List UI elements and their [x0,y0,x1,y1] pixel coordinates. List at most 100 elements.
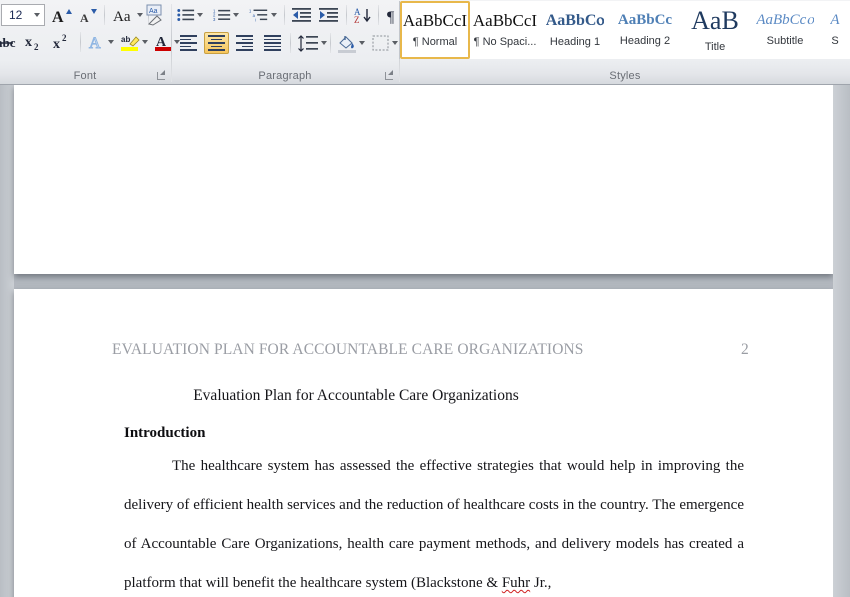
style-label-heading-2: Heading 2 [619,35,671,47]
svg-text:x: x [25,35,32,50]
style-label-normal: ¶ Normal [412,36,458,48]
svg-text:A: A [89,35,101,51]
justify-button[interactable] [260,32,285,54]
bullets-icon [177,9,195,21]
font-size-value: 12 [9,8,23,22]
document-page-2[interactable]: EVALUATION PLAN FOR ACCOUNTABLE CARE ORG… [14,289,833,597]
misspelled-word: Fuhr [501,575,531,591]
highlighter-icon: ab [120,35,140,51]
style-item-normal[interactable]: AaBbCcI ¶ Normal [400,1,470,59]
increase-indent-button[interactable] [317,4,341,26]
clear-formatting-icon: Aa [146,4,162,26]
borders-icon [372,35,389,50]
strikethrough-button[interactable]: abc [0,31,18,53]
borders-button[interactable] [369,32,401,54]
font-dialog-launcher[interactable] [156,69,168,81]
style-item-no-spacing[interactable]: AaBbCcI ¶ No Spaci... [470,1,540,59]
svg-text:i: i [255,17,256,22]
text-effects-button[interactable]: A [86,31,116,53]
align-center-icon [208,35,225,51]
shrink-font-icon: A [80,9,97,24]
style-preview-normal: AaBbCcI [402,12,468,29]
numbering-button[interactable]: 1 2 3 [212,4,240,26]
subscript-icon: x 2 [25,35,39,51]
text-effects-icon: A [89,35,102,52]
body-text-part-1: The healthcare system has assessed the e… [124,458,744,591]
sort-button[interactable]: A Z [352,4,376,26]
ribbon-group-font: 12 A A Aa Aa bc x 2 x 2 A ab A Font [0,0,180,85]
styles-gallery[interactable]: AaBbCcI ¶ Normal AaBbCcI ¶ No Spaci... A… [399,1,850,59]
body-text-part-2: Jr., [530,575,552,591]
page-number: 2 [741,341,749,358]
decrease-indent-button[interactable] [290,4,314,26]
sort-icon: A Z [354,7,371,24]
document-page-1[interactable] [14,85,833,274]
paint-bucket-icon [338,35,356,53]
style-item-title[interactable]: AaB Title [680,1,750,59]
style-preview-heading-1: AaBbCⲟ [545,12,605,29]
strikethrough-icon: abc [0,35,16,50]
svg-text:2: 2 [62,33,67,43]
running-header-text: EVALUATION PLAN FOR ACCOUNTABLE CARE ORG… [112,341,584,358]
style-item-subtle-emphasis[interactable]: A S [820,1,850,59]
grow-font-button[interactable]: A [50,4,74,26]
superscript-button[interactable]: x 2 [50,31,76,53]
svg-text:¶: ¶ [387,9,395,24]
group-label-styles: Styles [609,70,641,82]
font-color-icon: A [154,35,171,51]
document-running-header: EVALUATION PLAN FOR ACCOUNTABLE CARE ORG… [14,341,833,359]
svg-text:x: x [53,37,60,51]
document-heading-introduction: Introduction [124,425,206,441]
style-preview-subtle-emphasis: A [830,13,840,28]
numbering-icon: 1 2 3 [213,8,231,22]
align-left-icon [180,35,197,51]
document-canvas[interactable]: EVALUATION PLAN FOR ACCOUNTABLE CARE ORG… [0,85,850,597]
svg-text:Z: Z [354,15,360,24]
svg-text:2: 2 [34,42,39,51]
style-item-subtitle[interactable]: AaBbCcⲟ Subtitle [750,1,820,59]
svg-text:3: 3 [213,17,216,22]
style-preview-title: AaB [691,7,739,34]
align-left-button[interactable] [176,32,201,54]
style-label-title: Title [704,40,726,53]
align-right-icon [236,35,253,51]
superscript-icon: x 2 [53,33,67,51]
document-title: Evaluation Plan for Accountable Care Org… [193,387,519,404]
justify-icon [264,35,281,51]
shading-button[interactable] [335,32,367,54]
increase-indent-icon [319,8,338,22]
multilevel-list-button[interactable]: 1 a i [248,4,278,26]
svg-text:1: 1 [249,8,252,13]
ribbon: 12 A A Aa Aa bc x 2 x 2 A ab A Font 1 2 … [0,0,850,85]
style-label-subtitle: Subtitle [766,35,804,47]
svg-text:ab: ab [121,35,130,44]
style-item-heading-2[interactable]: AaBbCc Heading 2 [610,1,680,59]
chevron-down-icon[interactable] [30,13,44,17]
style-preview-heading-2: AaBbCc [617,13,673,28]
subscript-button[interactable]: x 2 [22,31,48,53]
paragraph-dialog-launcher[interactable] [384,69,396,81]
align-right-button[interactable] [232,32,257,54]
clear-formatting-button[interactable]: Aa [142,3,168,27]
change-case-icon: Aa [113,9,131,23]
bullets-button[interactable] [176,4,204,26]
style-item-heading-1[interactable]: AaBbCⲟ Heading 1 [540,1,610,59]
shrink-font-button[interactable]: A [76,4,100,26]
style-label-heading-1: Heading 1 [549,35,601,48]
font-size-combo[interactable]: 12 [1,4,45,26]
svg-text:Aa: Aa [113,9,131,23]
ribbon-group-paragraph: 1 2 3 1 a i A Z ¶ Paragraph [172,0,398,85]
decrease-indent-icon [292,8,311,22]
change-case-button[interactable]: Aa [110,4,146,26]
line-spacing-button[interactable] [296,32,328,54]
svg-text:Aa: Aa [149,8,158,15]
group-label-font: Font [73,70,97,82]
align-center-button[interactable] [204,32,229,54]
style-preview-no-spacing: AaBbCcI [472,12,538,29]
document-body-paragraph[interactable]: The healthcare system has assessed the e… [124,447,744,597]
style-label-subtle-emphasis: S [831,35,839,47]
line-spacing-icon [298,34,318,52]
grow-font-icon: A [52,9,72,24]
multilevel-list-icon: 1 a i [249,8,268,22]
text-highlight-color-button[interactable]: ab [119,31,149,53]
